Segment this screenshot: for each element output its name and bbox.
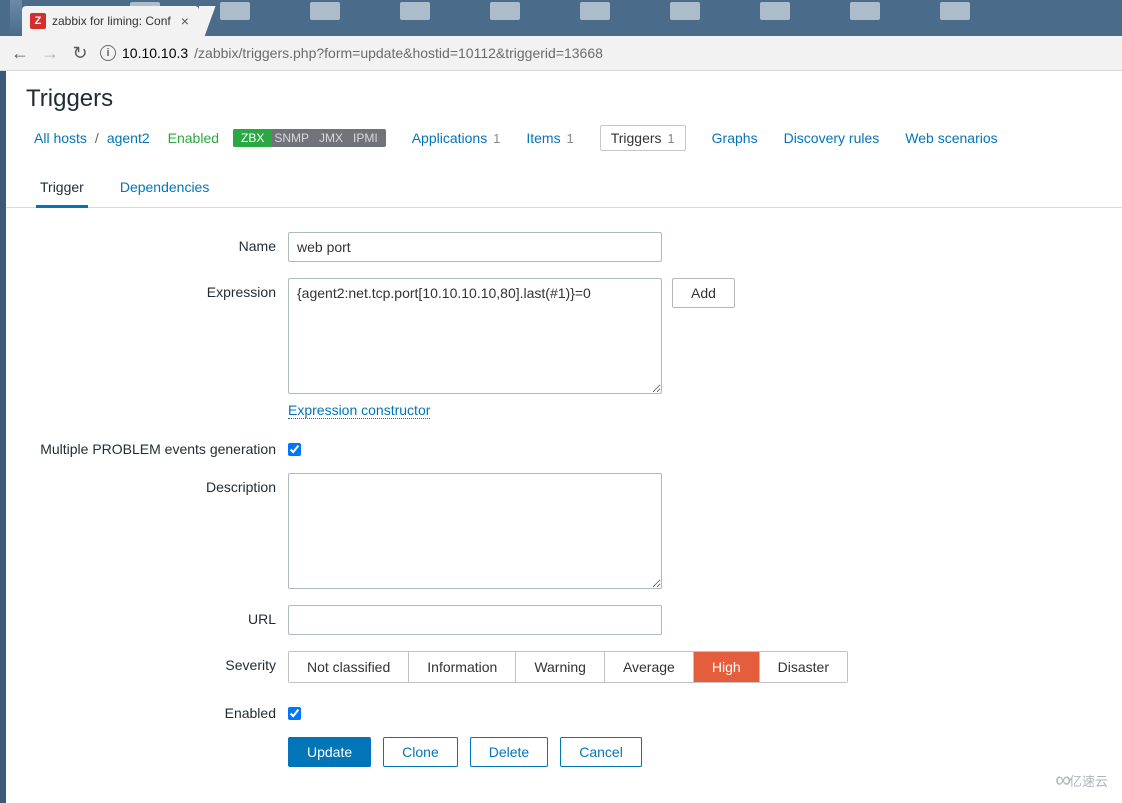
severity-warning[interactable]: Warning <box>516 652 605 682</box>
severity-not-classified[interactable]: Not classified <box>289 652 409 682</box>
protocol-badges: ZBX SNMP JMX IPMI <box>233 129 386 147</box>
link-all-hosts[interactable]: All hosts <box>34 130 87 146</box>
clone-button[interactable]: Clone <box>383 737 458 767</box>
label-description: Description <box>26 473 288 495</box>
proto-jmx: JMX <box>319 131 343 145</box>
back-icon[interactable]: ← <box>10 43 30 63</box>
severity-information[interactable]: Information <box>409 652 516 682</box>
proto-ipmi: IPMI <box>353 131 378 145</box>
host-bar: All hosts / agent2 Enabled ZBX SNMP JMX … <box>6 125 1122 165</box>
tab-dependencies[interactable]: Dependencies <box>116 169 214 207</box>
label-name: Name <box>26 232 288 254</box>
label-expression: Expression <box>26 278 288 300</box>
browser-tab[interactable]: Z zabbix for liming: Conf × <box>22 6 199 36</box>
watermark: ∞亿速云 <box>1055 767 1108 793</box>
link-graphs[interactable]: Graphs <box>712 130 758 146</box>
severity-selector: Not classified Information Warning Avera… <box>288 651 848 683</box>
site-info-icon[interactable]: i <box>100 45 116 61</box>
link-discovery[interactable]: Discovery rules <box>784 130 880 146</box>
proto-zbx: ZBX <box>233 129 272 147</box>
close-icon[interactable]: × <box>181 13 189 29</box>
tab-title: zabbix for liming: Conf <box>52 14 171 28</box>
status-enabled: Enabled <box>168 130 219 146</box>
page-title: Triggers <box>6 85 1122 125</box>
address-bar: ← → ↻ i 10.10.10.3/zabbix/triggers.php?f… <box>0 36 1122 71</box>
url-field[interactable]: i 10.10.10.3/zabbix/triggers.php?form=up… <box>100 39 1112 67</box>
description-field[interactable] <box>288 473 662 589</box>
link-host[interactable]: agent2 <box>107 130 150 146</box>
zabbix-favicon: Z <box>30 13 46 29</box>
update-button[interactable]: Update <box>288 737 371 767</box>
url-host: 10.10.10.3 <box>122 45 188 61</box>
label-enabled: Enabled <box>26 699 288 721</box>
link-applications[interactable]: Applications 1 <box>412 130 501 146</box>
sub-tabs: Trigger Dependencies <box>6 169 1122 208</box>
multi-problem-checkbox[interactable] <box>288 443 301 456</box>
reload-icon[interactable]: ↻ <box>70 43 90 63</box>
expression-field[interactable]: {agent2:net.tcp.port[10.10.10.10,80].las… <box>288 278 662 394</box>
cancel-button[interactable]: Cancel <box>560 737 642 767</box>
delete-button[interactable]: Delete <box>470 737 548 767</box>
name-field[interactable] <box>288 232 662 262</box>
url-path: /zabbix/triggers.php?form=update&hostid=… <box>194 45 603 61</box>
severity-disaster[interactable]: Disaster <box>760 652 847 682</box>
forward-icon[interactable]: → <box>40 43 60 63</box>
label-severity: Severity <box>26 651 288 673</box>
link-items[interactable]: Items 1 <box>526 130 573 146</box>
label-multi-problem: Multiple PROBLEM events generation <box>26 435 288 457</box>
severity-high[interactable]: High <box>694 652 760 682</box>
link-triggers[interactable]: Triggers 1 <box>600 125 686 151</box>
add-button[interactable]: Add <box>672 278 735 308</box>
tab-trigger[interactable]: Trigger <box>36 169 88 208</box>
url-field-input[interactable] <box>288 605 662 635</box>
proto-snmp: SNMP <box>274 131 309 145</box>
enabled-checkbox[interactable] <box>288 707 301 720</box>
link-web-scenarios[interactable]: Web scenarios <box>905 130 997 146</box>
severity-average[interactable]: Average <box>605 652 694 682</box>
label-url: URL <box>26 605 288 627</box>
expression-constructor-link[interactable]: Expression constructor <box>288 402 430 419</box>
